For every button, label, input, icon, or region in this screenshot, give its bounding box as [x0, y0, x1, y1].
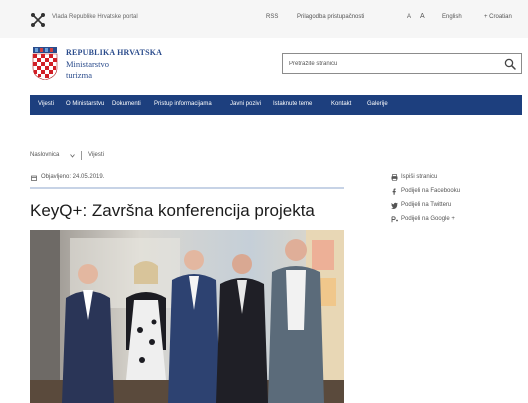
breadcrumb-divider [81, 151, 82, 160]
chevron-down-icon [70, 154, 75, 158]
breadcrumb-current[interactable]: Vijesti [88, 152, 104, 158]
brand-country: REPUBLIKA HRVATSKA [66, 48, 163, 57]
font-larger-link[interactable]: A [420, 13, 425, 20]
language-english-link[interactable]: English [442, 14, 462, 20]
top-utility-bar: Vlada Republike Hrvatske portal RSS Pril… [0, 0, 528, 38]
rss-link[interactable]: RSS [266, 14, 278, 20]
main-navigation: Vijesti O Ministarstvu Dokumenti Pristup… [30, 95, 522, 115]
twitter-icon[interactable] [391, 202, 398, 209]
nav-item-istaknute-teme[interactable]: Istaknute teme [273, 101, 312, 107]
breadcrumb-home[interactable]: Naslovnica [30, 152, 59, 158]
share-facebook-link[interactable]: Podijeli na Facebooku [401, 188, 460, 194]
nav-item-kontakt[interactable]: Kontakt [331, 101, 351, 107]
brand-ministry-name: turizma [66, 70, 92, 80]
font-smaller-link[interactable]: A [407, 14, 411, 20]
publish-date: Objavljeno: 24.05.2019. [41, 174, 105, 180]
print-page-link[interactable]: Ispiši stranicu [401, 174, 437, 180]
brand-ministry: Ministarstvo [66, 59, 109, 69]
article-title: KeyQ+: Završna konferencija projekta [30, 201, 315, 220]
language-croatian-link[interactable]: + Croatian [484, 14, 512, 20]
calendar-icon [31, 175, 37, 181]
accessibility-link[interactable]: Prilagodba pristupačnosti [297, 14, 364, 20]
nav-item-galerije[interactable]: Galerije [367, 101, 388, 107]
gov-portal-link[interactable]: Vlada Republike Hrvatske portal [52, 14, 138, 20]
print-icon[interactable] [391, 174, 398, 181]
article-photo [30, 230, 344, 403]
share-google-plus-link[interactable]: Podijeli na Google + [401, 216, 455, 222]
search-icon[interactable] [504, 58, 516, 70]
nav-item-vijesti[interactable]: Vijesti [38, 101, 54, 107]
google-plus-icon[interactable] [391, 216, 398, 223]
search-box [282, 53, 522, 74]
government-logo-icon[interactable] [30, 12, 46, 28]
nav-item-dokumenti[interactable]: Dokumenti [112, 101, 141, 107]
search-input[interactable] [289, 57, 489, 70]
nav-item-pristup-informacijama[interactable]: Pristup informacijama [154, 101, 212, 107]
share-twitter-link[interactable]: Podijeli na Twitteru [401, 202, 451, 208]
nav-item-o-ministarstvu[interactable]: O Ministarstvu [66, 101, 104, 107]
title-divider [30, 187, 344, 189]
facebook-icon[interactable] [391, 188, 398, 195]
nav-item-javni-pozivi[interactable]: Javni pozivi [230, 101, 261, 107]
coat-of-arms-logo[interactable] [32, 46, 58, 80]
